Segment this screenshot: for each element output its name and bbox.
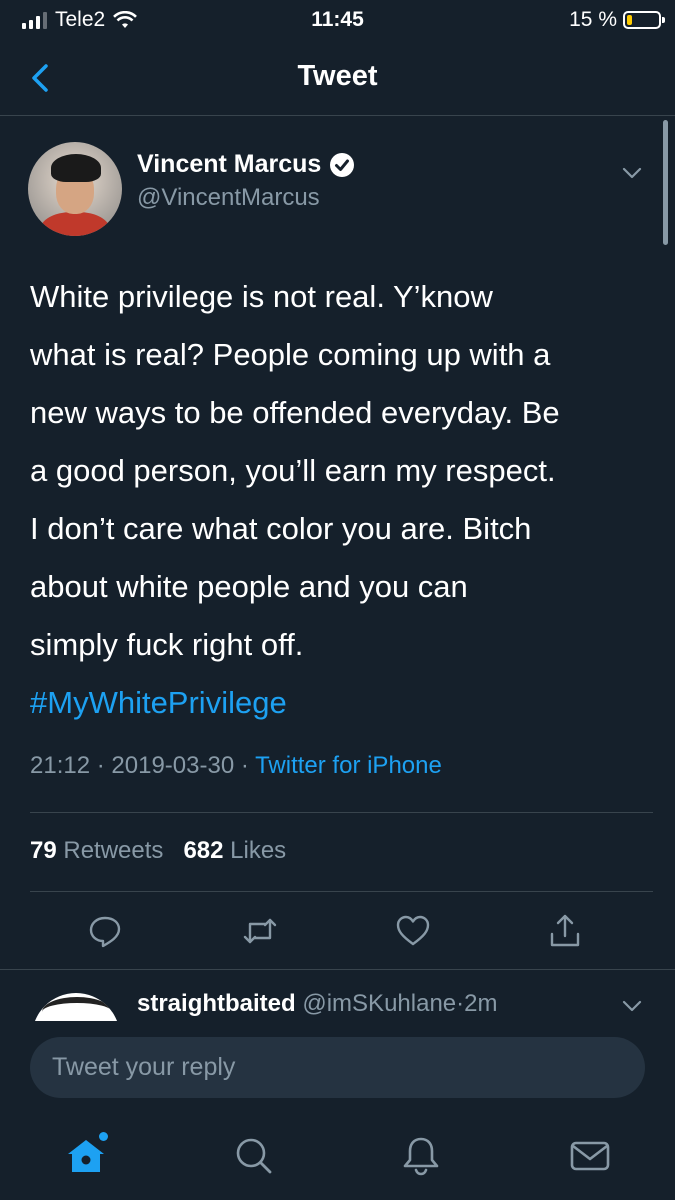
retweets-count: 79 [30,837,57,864]
chevron-down-icon[interactable] [619,160,645,186]
messages-icon[interactable] [568,1134,612,1178]
author-name-row[interactable]: Vincent Marcus [137,150,355,179]
status-bar: Tele2 11:45 15 % [0,0,675,40]
tweet-date: 2019-03-30 [111,752,235,779]
author-name[interactable]: Vincent Marcus [137,150,321,179]
tweet-text-line: I don’t care what color you are. Bitch [30,511,532,546]
reply-username[interactable]: straightbaited [137,990,296,1017]
page-title: Tweet [297,60,378,92]
author-avatar[interactable] [28,142,122,236]
likes-stat[interactable]: 682 Likes [183,837,286,864]
chevron-down-icon[interactable] [619,993,645,1019]
tab-bar [0,1112,675,1200]
meta-separator: · [96,752,105,779]
search-icon[interactable] [232,1134,276,1178]
retweets-label: Retweets [63,837,164,864]
tweet-time: 21:12 [30,752,91,779]
reply-tweet[interactable]: straightbaited @imSKuhlane·2m [0,985,675,1021]
battery-fill [627,15,632,25]
status-right: 15 % [569,8,665,32]
tweet-meta: 21:12 · 2019-03-30 · Twitter for iPhone [30,752,442,780]
tweet-text-line: White privilege is not real. Y’know [30,279,493,314]
share-icon[interactable] [546,912,584,950]
reply-handle[interactable]: @imSKuhlane [302,990,456,1017]
author-handle[interactable]: @VincentMarcus [137,184,320,212]
reply-placeholder: Tweet your reply [52,1053,236,1081]
tweet-stats: 79 Retweets 682 Likes [30,837,286,865]
battery-icon [623,11,665,29]
reply-icon[interactable] [86,912,124,950]
notification-dot [99,1132,108,1141]
scrollbar[interactable] [663,120,668,245]
notifications-icon[interactable] [399,1134,443,1178]
likes-count: 682 [183,837,224,864]
tweet-text-line: what is real? People coming up with a [30,337,551,372]
tweet-text-line: about white people and you can [30,569,468,604]
meta-separator: · [240,752,249,779]
tweet-text-line: new ways to be offended everyday. Be [30,395,560,430]
retweet-icon[interactable] [241,912,279,950]
tweet-text: White privilege is not real. Y’know what… [30,268,650,732]
tweet-text-line: simply fuck right off. [30,627,304,662]
retweets-stat[interactable]: 79 Retweets [30,837,163,864]
tweet-actions [0,912,675,952]
tweet-source-link[interactable]: Twitter for iPhone [255,752,442,779]
reply-age: 2m [464,990,498,1017]
tweet-text-line: a good person, you’ll earn my respect. [30,453,556,488]
reply-input[interactable]: Tweet your reply [30,1037,645,1098]
divider [30,891,653,892]
reply-header: straightbaited @imSKuhlane·2m [137,990,497,1018]
likes-label: Likes [230,837,287,864]
divider [30,812,653,813]
verified-badge-icon [330,152,355,177]
divider [0,969,675,970]
nav-bar: Tweet [0,40,675,116]
battery-percent: 15 % [569,8,617,31]
reply-separator: · [456,990,465,1017]
hashtag-link[interactable]: #MyWhitePrivilege [30,674,650,732]
tab-home[interactable] [64,1132,108,1178]
reply-avatar[interactable] [32,993,120,1021]
like-icon[interactable] [394,912,432,950]
